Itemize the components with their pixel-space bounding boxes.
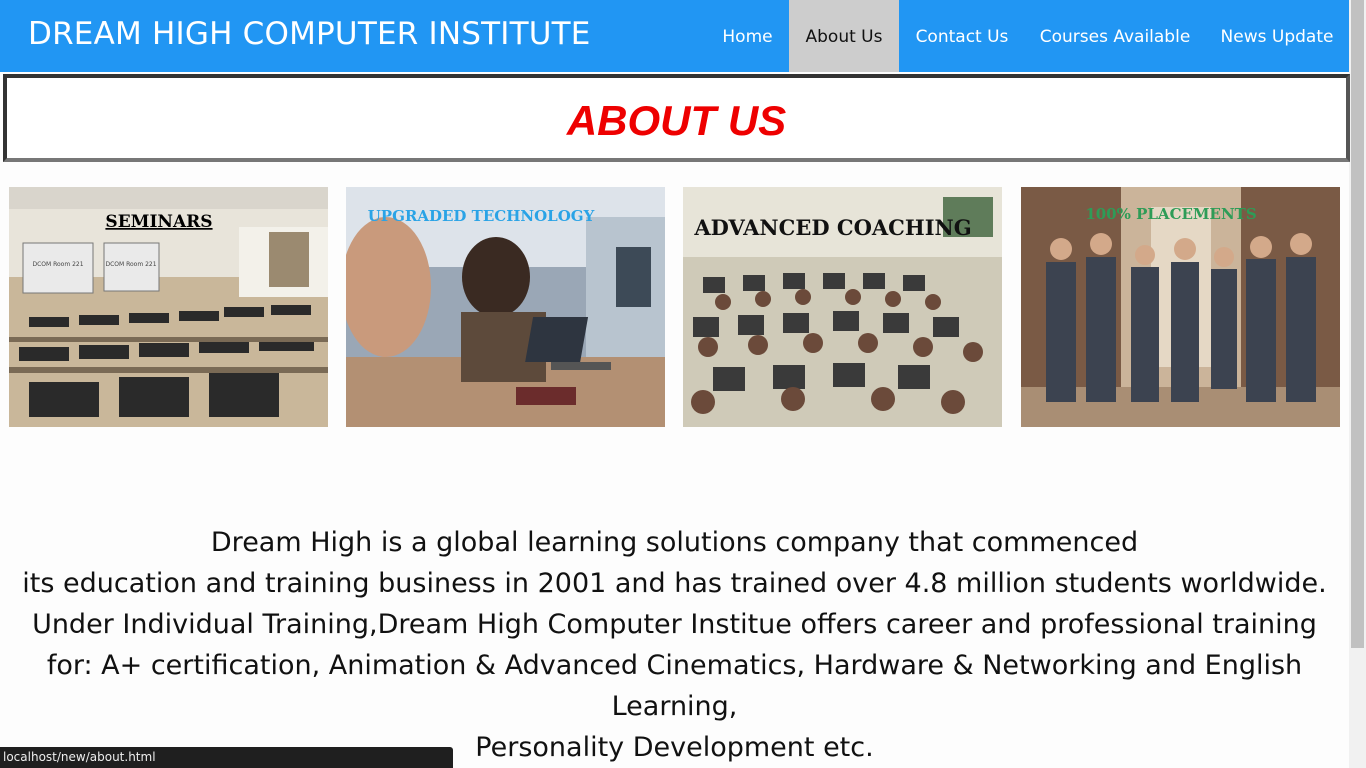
nav-news-update[interactable]: News Update [1205, 0, 1349, 72]
feature-upgraded-technology-image: UPGRADED TECHNOLOGY [346, 187, 665, 427]
room-sign-1: DCOM Room 221 [32, 261, 83, 268]
feature-caption-advanced-coaching: ADVANCED COACHING [693, 215, 971, 240]
feature-caption-placements: 100% PLACEMENTS [1085, 205, 1256, 223]
nav-home[interactable]: Home [706, 0, 789, 72]
about-line: Dream High is a global learning solution… [210, 527, 1139, 558]
nav-courses-available[interactable]: Courses Available [1025, 0, 1205, 72]
feature-placements-image: 100% PLACEMENTS [1021, 187, 1340, 427]
feature-caption-seminars: SEMINARS [105, 212, 212, 232]
feature-advanced-coaching-image: ADVANCED COACHING [683, 187, 1002, 427]
page-title-box: ABOUT US [3, 74, 1350, 162]
about-line: Learning, [611, 691, 738, 722]
scrollbar-thumb[interactable] [1351, 0, 1364, 648]
feature-seminars-image: DCOM Room 221 DCOM Room 221 SEMINARS [9, 187, 328, 427]
about-description: Dream High is a global learning solution… [0, 522, 1349, 768]
status-bar-url: localhost/new/about.html [0, 747, 453, 768]
about-line: for: A+ certification, Animation & Advan… [46, 650, 1303, 681]
about-line: Under Individual Training,Dream High Com… [32, 609, 1317, 640]
page-title: ABOUT US [566, 97, 787, 144]
nav-about-us[interactable]: About Us [789, 0, 899, 72]
navbar: DREAM HIGH COMPUTER INSTITUTE Home About… [0, 0, 1349, 72]
nav-contact-us[interactable]: Contact Us [899, 0, 1025, 72]
about-line: its education and training business in 2… [22, 568, 1327, 599]
feature-caption-upgraded-technology: UPGRADED TECHNOLOGY [368, 207, 595, 225]
brand-title[interactable]: DREAM HIGH COMPUTER INSTITUTE [28, 16, 591, 52]
room-sign-2: DCOM Room 221 [105, 261, 156, 268]
